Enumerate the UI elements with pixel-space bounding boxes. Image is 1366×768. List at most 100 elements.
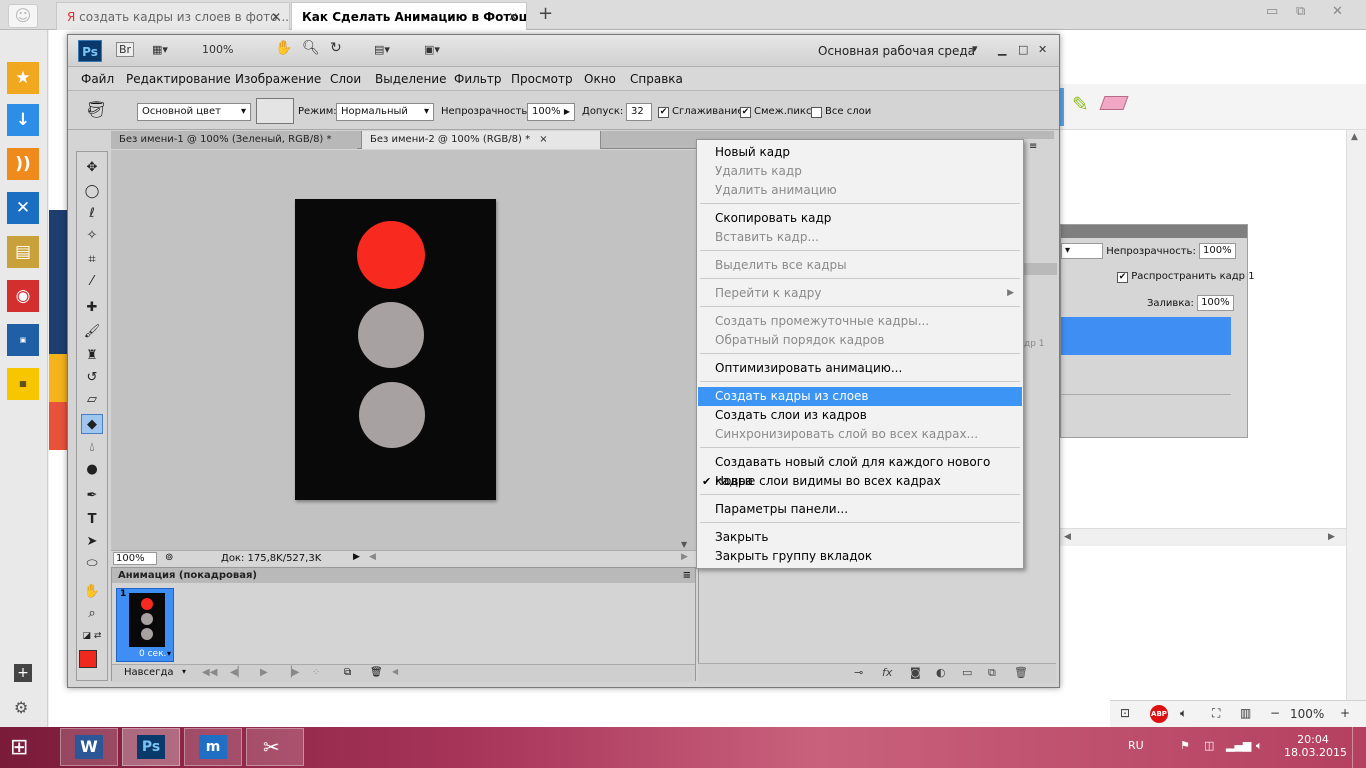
- scroll-down-icon[interactable]: ▼: [681, 540, 687, 549]
- downloads-icon[interactable]: ↓: [7, 104, 39, 136]
- menu-help[interactable]: Справка: [630, 72, 683, 86]
- hand-tool-icon[interactable]: ✋: [81, 582, 103, 602]
- all-layers-checkbox[interactable]: [811, 107, 822, 118]
- link-layers-icon[interactable]: ⊸: [854, 666, 863, 679]
- animation-frame-1[interactable]: 1 0 сек. ▾: [116, 588, 174, 662]
- notes-icon[interactable]: ▤: [7, 236, 39, 268]
- delete-frame-icon[interactable]: 🗑︎: [370, 667, 383, 678]
- marquee-tool-icon[interactable]: ◯: [81, 182, 103, 202]
- menu-new-frame[interactable]: Новый кадр: [698, 143, 1022, 162]
- add-icon[interactable]: +: [14, 664, 32, 682]
- clone-stamp-tool-icon[interactable]: ♜: [81, 346, 103, 366]
- duplicate-frame-icon[interactable]: ⧉: [344, 667, 351, 678]
- market-icon[interactable]: ▣: [7, 324, 39, 356]
- doc-tab-1[interactable]: Без имени-1 @ 100% (Зеленый, RGB/8) * ×: [111, 131, 357, 163]
- restore-icon[interactable]: ⧉: [1296, 4, 1305, 19]
- loop-select[interactable]: Навсегда: [124, 667, 174, 678]
- bridge-button[interactable]: Br: [116, 42, 135, 57]
- swap-colors-icon[interactable]: ◪ ⇄: [81, 626, 103, 646]
- fullscreen-icon[interactable]: ⛶: [1212, 706, 1220, 721]
- new-tab-button[interactable]: +: [538, 3, 553, 24]
- menu-filter[interactable]: Фильтр: [454, 72, 501, 86]
- menu-view[interactable]: Просмотр: [511, 72, 573, 86]
- menu-new-layers-visible[interactable]: ✔ Новые слои видимы во всех кадрах: [698, 472, 1022, 491]
- hand-tool-icon[interactable]: ✋: [275, 40, 292, 56]
- games-icon[interactable]: ◉: [7, 280, 39, 312]
- zoom-out-icon[interactable]: −: [1270, 706, 1280, 720]
- eraser-icon[interactable]: [1099, 96, 1129, 110]
- start-button-icon[interactable]: ⊞: [10, 735, 28, 760]
- adjustment-layer-icon[interactable]: ◐: [936, 666, 946, 679]
- lasso-tool-icon[interactable]: ℓ: [81, 204, 103, 224]
- browser-tab-2[interactable]: Как Сделать Анимацию в Фотош... ✕: [291, 2, 527, 30]
- flag-icon[interactable]: ⚑: [1180, 739, 1190, 752]
- frame-delay-dropdown-icon[interactable]: ▾: [167, 649, 171, 658]
- speaker-icon[interactable]: 🔈︎: [1256, 739, 1263, 753]
- scroll-left-icon[interactable]: ◀: [392, 667, 398, 676]
- shape-tool-icon[interactable]: ⬭: [81, 554, 103, 574]
- scroll-left-icon[interactable]: ◀: [369, 552, 376, 562]
- settings-gear-icon[interactable]: ⚙: [14, 698, 28, 717]
- layer-mask-icon[interactable]: ◙: [910, 666, 921, 679]
- scroll-up-icon[interactable]: ▲: [1351, 132, 1358, 142]
- propagate-checkbox[interactable]: ✔: [1117, 272, 1128, 283]
- history-brush-tool-icon[interactable]: ↺: [81, 368, 103, 388]
- close-icon[interactable]: ×: [539, 134, 547, 145]
- loop-dropdown-icon[interactable]: ▾: [182, 667, 186, 676]
- layer-row[interactable]: [1061, 357, 1231, 395]
- menu-edit[interactable]: Редактирование: [126, 72, 231, 86]
- zoom-in-icon[interactable]: +: [1340, 706, 1350, 720]
- pencil-icon[interactable]: ✎: [1072, 92, 1089, 116]
- signal-icon[interactable]: ▂▄▆: [1226, 739, 1251, 752]
- eraser-tool-icon[interactable]: ▱: [81, 390, 103, 410]
- status-menu-arrow-icon[interactable]: ▶: [353, 552, 360, 562]
- web-horizontal-scrollbar[interactable]: ◀ ▶: [1060, 528, 1346, 546]
- new-group-icon[interactable]: ▭: [962, 666, 972, 679]
- favorites-icon[interactable]: ★: [7, 62, 39, 94]
- minimize-icon[interactable]: ▭: [1266, 4, 1278, 19]
- browser-logo-icon[interactable]: ☺: [8, 4, 38, 28]
- next-frame-icon[interactable]: ▕▶: [284, 667, 299, 678]
- layers-opacity-field[interactable]: 100%: [1199, 243, 1236, 259]
- language-indicator[interactable]: RU: [1128, 739, 1144, 752]
- ps-minimize-icon[interactable]: ▁: [998, 43, 1006, 56]
- menu-file[interactable]: Файл: [81, 72, 114, 86]
- dodge-tool-icon[interactable]: ●: [81, 460, 103, 480]
- pen-tool-icon[interactable]: ✒: [81, 486, 103, 506]
- play-icon[interactable]: ▶: [260, 667, 268, 678]
- paint-bucket-tool-icon[interactable]: ◆: [81, 414, 103, 434]
- crop-tool-icon[interactable]: ⌗: [81, 250, 103, 270]
- network-icon[interactable]: ◫: [1204, 739, 1214, 752]
- blend-mode-field[interactable]: ▾: [1061, 243, 1103, 259]
- delete-layer-icon[interactable]: 🗑︎: [1014, 666, 1028, 679]
- menu-make-frames-from-layers[interactable]: Создать кадры из слоев: [698, 387, 1022, 406]
- taskbar-photoshop[interactable]: Ps: [122, 728, 180, 766]
- pattern-picker[interactable]: [256, 98, 294, 124]
- eyedropper-tool-icon[interactable]: ⁄: [81, 272, 103, 292]
- quick-select-tool-icon[interactable]: ✧: [81, 226, 103, 246]
- browser-tab-1[interactable]: Я создать кадры из слоев в фото... ✕: [56, 2, 290, 30]
- menu-flatten-frames-into-layers[interactable]: Создать слои из кадров: [698, 406, 1022, 425]
- menu-copy-frame[interactable]: Скопировать кадр: [698, 209, 1022, 228]
- contiguous-checkbox[interactable]: ✔: [740, 107, 751, 118]
- menu-panel-options[interactable]: Параметры панели...: [698, 500, 1022, 519]
- web-scrollbar[interactable]: ▲: [1346, 130, 1366, 700]
- layer-style-icon[interactable]: fx: [882, 666, 892, 679]
- zoom-tool-icon[interactable]: ⌕: [81, 604, 103, 624]
- frame-delay[interactable]: 0 сек.: [139, 649, 166, 659]
- previous-frame-icon[interactable]: ◀▏: [230, 667, 245, 678]
- move-tool-icon[interactable]: ✥: [81, 158, 103, 178]
- zoom-tool-icon[interactable]: 🔍︎: [302, 40, 320, 56]
- menu-layers[interactable]: Слои: [330, 72, 361, 86]
- show-desktop-button[interactable]: [1352, 727, 1366, 768]
- close-icon[interactable]: ✕: [271, 3, 281, 30]
- rotate-view-icon[interactable]: ↻: [330, 40, 342, 56]
- menu-optimize-animation[interactable]: Оптимизировать анимацию...: [698, 359, 1022, 378]
- tolerance-field[interactable]: 32: [626, 103, 652, 121]
- screen-mode-icon[interactable]: ▣▾: [424, 43, 440, 56]
- doc-tab-2[interactable]: Без имени-2 @ 100% (RGB/8) * ×: [361, 131, 601, 149]
- adblock-icon[interactable]: ABP: [1150, 705, 1168, 723]
- close-window-icon[interactable]: ✕: [1332, 4, 1343, 19]
- panel-menu-icon[interactable]: ≡: [1029, 141, 1037, 152]
- first-frame-icon[interactable]: ◀◀: [202, 667, 217, 678]
